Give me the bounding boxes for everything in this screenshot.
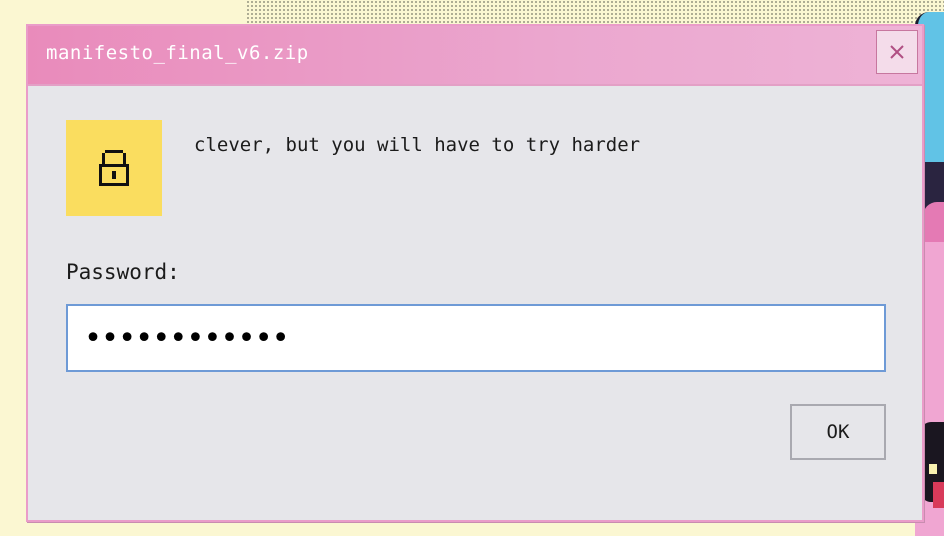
password-input[interactable] — [66, 304, 886, 372]
ok-button[interactable]: OK — [790, 404, 886, 460]
lock-icon — [99, 150, 129, 186]
dialog-message: clever, but you will have to try harder — [194, 134, 641, 156]
password-label: Password: — [66, 260, 180, 284]
lock-tile — [66, 120, 162, 216]
password-dialog: manifesto_final_v6.zip clever, but you w… — [26, 24, 924, 522]
close-icon — [890, 45, 904, 59]
dialog-titlebar[interactable]: manifesto_final_v6.zip — [28, 26, 922, 86]
dialog-title: manifesto_final_v6.zip — [46, 42, 309, 64]
close-button[interactable] — [876, 30, 918, 74]
